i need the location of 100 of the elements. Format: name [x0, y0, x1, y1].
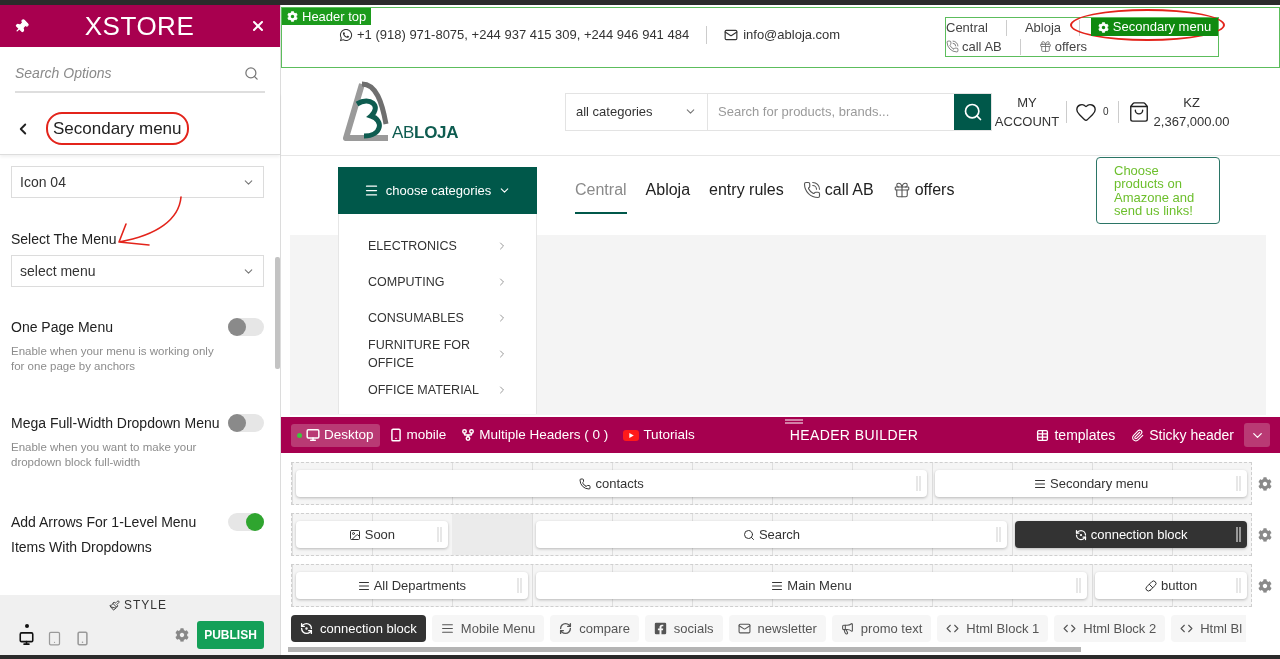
gear-icon [1097, 21, 1109, 33]
category-item[interactable]: COMPUTING [339, 264, 536, 300]
builder-tab[interactable]: mobile [382, 423, 453, 447]
menu-link[interactable]: offers [1038, 37, 1088, 56]
categories-button[interactable]: choose categories [338, 167, 537, 214]
selected-element-tag[interactable]: Secondary menu [1091, 18, 1218, 36]
header-element[interactable]: Secondary menu [935, 470, 1247, 497]
menu-link[interactable]: Abloja [1024, 18, 1062, 37]
menu-link[interactable]: call AB [946, 37, 1002, 56]
toggle-switch[interactable] [228, 513, 264, 531]
play-button-icon [623, 429, 640, 441]
phone-icon [946, 40, 959, 53]
email-address: info@abloja.com [743, 26, 841, 45]
nav-link[interactable]: Abloja [645, 167, 691, 214]
element-chip[interactable]: Html Bl [1171, 615, 1247, 642]
resize-handle-icon[interactable] [916, 476, 922, 491]
resize-handle-icon[interactable] [436, 527, 442, 542]
resize-handle-icon[interactable] [1236, 476, 1241, 491]
select-field[interactable]: select menu [11, 255, 264, 287]
gift-icon [1038, 40, 1052, 53]
builder-tab[interactable]: Multiple Headers ( 0 ) [455, 423, 615, 447]
code-icon [946, 622, 960, 635]
field-label: Add Arrows For 1-Level Menu Items With Dropdowns [11, 513, 198, 557]
nav-link[interactable]: Central [575, 167, 627, 214]
settings-icon[interactable] [1258, 527, 1272, 542]
nav-link[interactable]: offers [892, 167, 955, 214]
refresh-icon [559, 622, 573, 635]
category-item[interactable]: FURNITURE FOR OFFICE [339, 336, 536, 372]
horizontal-scrollbar[interactable] [288, 647, 1081, 652]
builder-tab[interactable]: Tutorials [617, 423, 701, 447]
header-element[interactable]: button [1095, 572, 1247, 599]
wishlist-count: 0 [1103, 105, 1109, 119]
phone-icon [802, 180, 821, 199]
sync-icon [300, 622, 313, 635]
menu-icon [363, 183, 379, 198]
toolbar-link[interactable]: templates [1036, 424, 1116, 446]
element-chip[interactable]: socials [644, 615, 723, 642]
menu-icon [771, 579, 784, 592]
menu-link[interactable]: Central [946, 18, 988, 37]
account-link[interactable]: MY ACCOUNT [994, 92, 1060, 131]
settings-icon[interactable] [1258, 476, 1272, 491]
menu-icon [357, 579, 370, 592]
category-item[interactable]: OFFICE MATERIAL [339, 372, 536, 408]
annotation-arrow [116, 195, 184, 247]
header-element[interactable]: All Departments [296, 572, 528, 599]
section-tag[interactable]: Header top [282, 8, 372, 25]
header-element[interactable]: contacts [296, 470, 928, 497]
gift-icon [892, 180, 911, 199]
mail-icon [724, 28, 739, 42]
resize-handle-icon[interactable] [996, 527, 1002, 542]
search-field[interactable]: Search Options [15, 55, 265, 93]
mail-icon [737, 622, 751, 635]
logo-text: ABLOJA [392, 123, 459, 142]
cart-currency: KZ [1183, 93, 1200, 112]
table-icon [1036, 428, 1050, 442]
element-chip[interactable]: Html Block 1 [937, 615, 1049, 642]
category-select[interactable]: all categories [566, 93, 708, 130]
toolbar-link[interactable]: Sticky header [1131, 424, 1234, 446]
menu-icon [440, 622, 454, 635]
resize-handle-icon[interactable] [1236, 578, 1241, 593]
resize-handle-icon[interactable] [516, 578, 522, 593]
toggle-switch[interactable] [228, 318, 264, 336]
scrollbar-thumb[interactable] [275, 257, 280, 369]
element-chip[interactable]: connection block [291, 615, 426, 642]
nav-link[interactable]: entry rules [709, 167, 784, 214]
settings-icon[interactable] [175, 628, 189, 642]
style-tab[interactable]: STYLE [0, 595, 280, 615]
element-chip[interactable]: Html Block 2 [1054, 615, 1166, 642]
branch-icon [461, 428, 476, 442]
smartphone-icon[interactable] [75, 631, 90, 646]
monitor-icon[interactable] [19, 631, 34, 646]
resize-handle-icon[interactable] [1076, 578, 1082, 593]
search-icon [742, 528, 755, 541]
settings-icon[interactable] [1258, 578, 1272, 593]
field-description: Enable when you want to make your dropdown block full-width [11, 440, 198, 470]
megaphone-icon [840, 622, 854, 635]
header-element[interactable]: Search [535, 521, 1008, 548]
select-field[interactable]: Icon 04 [11, 166, 264, 198]
toggle-switch[interactable] [228, 414, 264, 432]
collapse-button[interactable] [1244, 423, 1270, 447]
category-item[interactable]: CONSUMABLES [339, 300, 536, 336]
header-element[interactable]: Soon [296, 521, 448, 548]
drag-handle-icon[interactable] [785, 419, 803, 424]
element-chip[interactable]: newsletter [728, 615, 826, 642]
close-icon[interactable] [250, 18, 266, 34]
header-element[interactable]: connection block [1015, 521, 1247, 548]
tablet-icon[interactable] [47, 631, 62, 646]
category-item[interactable]: ELECTRONICS [339, 228, 536, 264]
menu-icon [1034, 477, 1046, 490]
search-button[interactable] [954, 93, 991, 130]
nav-link[interactable]: call AB [802, 167, 874, 214]
element-chip[interactable]: compare [550, 615, 639, 642]
header-element[interactable]: Main Menu [535, 572, 1088, 599]
whatsapp-icon [339, 28, 353, 42]
element-chip[interactable]: promo text [831, 615, 932, 642]
phone-numbers: +1 (918) 971-8075, +244 937 415 309, +244 946 941 484 [357, 26, 690, 45]
section-title: Secondary menu [53, 118, 182, 139]
builder-tab[interactable]: Desktop [291, 423, 380, 447]
brand-name: XSTORE [84, 13, 195, 39]
element-chip[interactable]: Mobile Menu [431, 615, 545, 642]
